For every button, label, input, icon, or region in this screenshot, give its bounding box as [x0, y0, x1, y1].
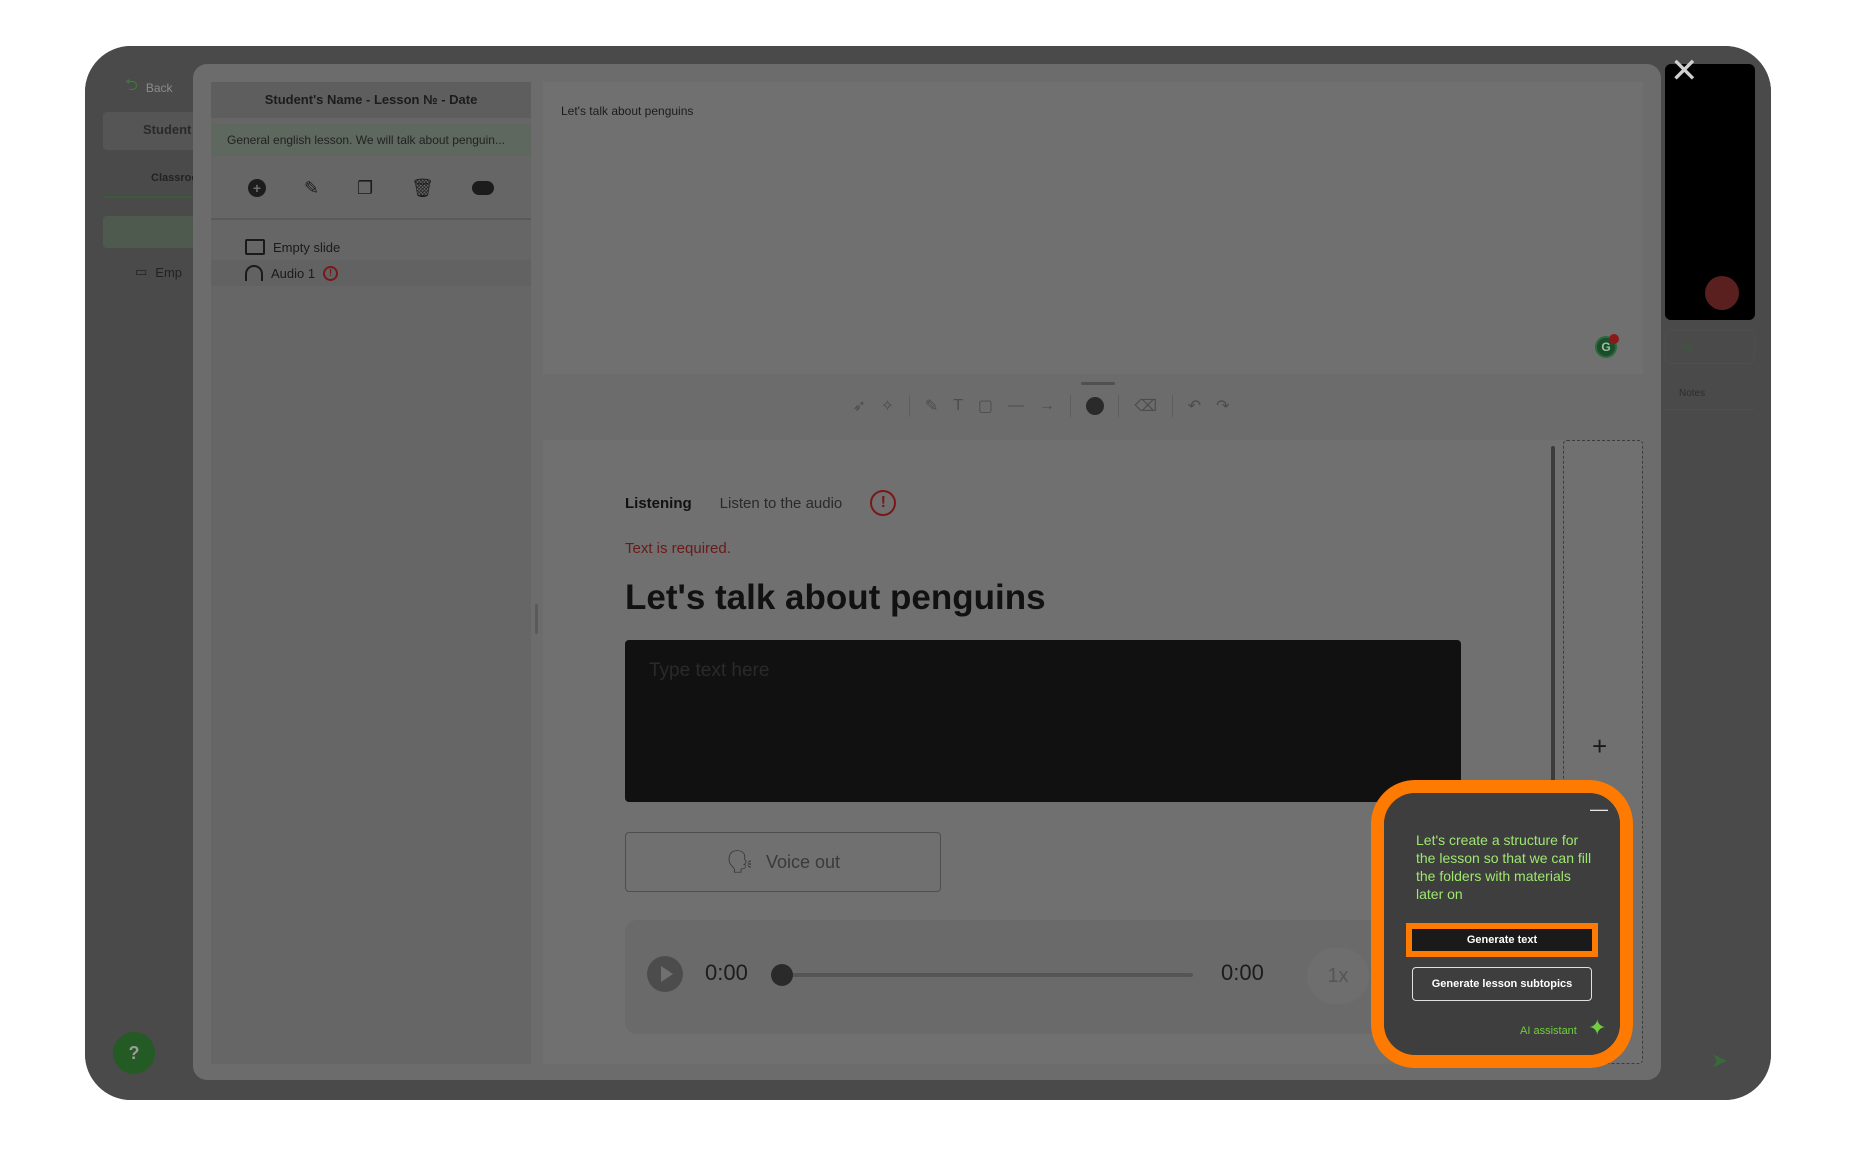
- ai-assistant-panel: — Let's create a structure for the lesso…: [1371, 780, 1633, 1068]
- panel-resize-divider[interactable]: [535, 604, 538, 634]
- presentation-icon: [245, 239, 265, 255]
- time-current: 0:00: [705, 960, 748, 985]
- toolbar-divider: [1069, 395, 1071, 417]
- progress-track[interactable]: [773, 973, 1193, 977]
- slide-preview: Let's talk about penguins G: [543, 82, 1643, 374]
- text-input[interactable]: Type text here: [625, 640, 1461, 802]
- progress-knob[interactable]: [771, 964, 793, 986]
- select-cursor-icon[interactable]: ➶: [852, 396, 865, 416]
- line-icon[interactable]: —: [1008, 397, 1024, 415]
- slides-panel: Student's Name - Lesson № - Date General…: [211, 82, 531, 1064]
- editor-tabs: Listening Listen to the audio !: [625, 490, 897, 516]
- notification-dot: [1609, 334, 1619, 344]
- edit-icon[interactable]: ✎: [304, 178, 319, 199]
- background-list-item[interactable]: ▭ Emp: [135, 264, 182, 280]
- toolbar-divider: [909, 395, 911, 417]
- slide-heading[interactable]: Let's talk about penguins: [625, 578, 1046, 618]
- plus-icon[interactable]: +: [1592, 731, 1607, 762]
- back-label: Back: [145, 80, 173, 95]
- audio-player: 0:00 0:00 1x: [625, 920, 1461, 1034]
- resize-handle[interactable]: [1081, 382, 1115, 385]
- text-placeholder: Type text here: [649, 660, 770, 681]
- magic-wand-icon[interactable]: ✧: [881, 396, 894, 416]
- error-message: Text is required.: [625, 540, 731, 557]
- redo-icon[interactable]: ↷: [1216, 396, 1229, 416]
- play-button[interactable]: [647, 956, 683, 992]
- tab-listening[interactable]: Listening: [625, 495, 692, 512]
- monitor-icon: ▭: [135, 264, 148, 279]
- camera-off-icon[interactable]: [1705, 276, 1739, 310]
- slide-item-audio[interactable]: Audio 1 !: [211, 260, 531, 286]
- background-notes-tab[interactable]: Notes: [1665, 382, 1755, 410]
- slide-item-empty[interactable]: Empty slide: [211, 234, 531, 260]
- lesson-title[interactable]: Student's Name - Lesson № - Date: [211, 82, 531, 118]
- minimize-icon[interactable]: —: [1590, 799, 1608, 820]
- pen-icon[interactable]: ✎: [925, 396, 938, 416]
- close-modal-button[interactable]: ✕: [1670, 54, 1699, 88]
- sparkle-icon: ✦: [1588, 1015, 1607, 1040]
- slide-label: Empty slide: [273, 239, 341, 255]
- background-list-label: Emp: [155, 264, 183, 280]
- delete-icon[interactable]: 🗑: [411, 178, 434, 199]
- drawing-toolbar: ➶ ✧ ✎ T ▢ — → ⌫ ↶ ↷: [835, 386, 1247, 426]
- send-icon[interactable]: ➤: [1711, 1048, 1728, 1073]
- ai-assistant-label: AI assistant: [1520, 1025, 1577, 1037]
- undo-icon[interactable]: ↶: [1188, 396, 1201, 416]
- back-link[interactable]: ⮌ Back: [125, 74, 173, 101]
- grammarly-icon[interactable]: G: [1595, 334, 1619, 358]
- lesson-description[interactable]: General english lesson. We will talk abo…: [211, 124, 531, 156]
- rectangle-icon[interactable]: ▢: [978, 396, 993, 416]
- time-total: 0:00: [1221, 960, 1264, 985]
- toolbar-divider: [1118, 395, 1120, 417]
- toolbar-divider: [1171, 395, 1173, 417]
- panel-separator: [211, 218, 531, 220]
- slide-label: Audio 1: [271, 265, 316, 281]
- eraser-icon[interactable]: ⌫: [1134, 396, 1157, 416]
- tab-listen-audio[interactable]: Listen to the audio: [720, 495, 843, 512]
- video-preview: [1665, 64, 1755, 320]
- help-button[interactable]: ?: [113, 1032, 155, 1074]
- duplicate-icon[interactable]: ❐: [357, 178, 373, 199]
- warning-icon: !: [323, 265, 339, 281]
- add-slide-icon[interactable]: +: [247, 179, 266, 197]
- ai-message: Let's create a structure for the lesson …: [1416, 832, 1592, 902]
- warning-icon: !: [870, 490, 897, 516]
- ai-panel-body: — Let's create a structure for the lesso…: [1384, 793, 1620, 1055]
- arrow-icon[interactable]: →: [1039, 397, 1055, 415]
- preview-text: Let's talk about penguins: [561, 104, 694, 118]
- generate-subtopics-button[interactable]: Generate lesson subtopics: [1412, 967, 1592, 1001]
- headphones-icon: [245, 265, 263, 281]
- voice-out-label: Voice out: [765, 851, 840, 872]
- background-status-box: ing: [1665, 330, 1755, 364]
- back-arrow-icon: ⮌: [125, 77, 138, 94]
- generate-text-button[interactable]: Generate text: [1406, 923, 1598, 957]
- speed-button[interactable]: 1x: [1307, 948, 1369, 1004]
- upload-cloud-icon[interactable]: [471, 181, 494, 195]
- text-tool-icon[interactable]: T: [953, 397, 963, 415]
- voice-speaker-icon: 🗣: [726, 849, 754, 874]
- color-picker-icon[interactable]: [1085, 397, 1104, 415]
- slides-toolbar: + ✎ ❐ 🗑: [211, 168, 531, 208]
- voice-out-button[interactable]: 🗣 Voice out: [625, 832, 941, 892]
